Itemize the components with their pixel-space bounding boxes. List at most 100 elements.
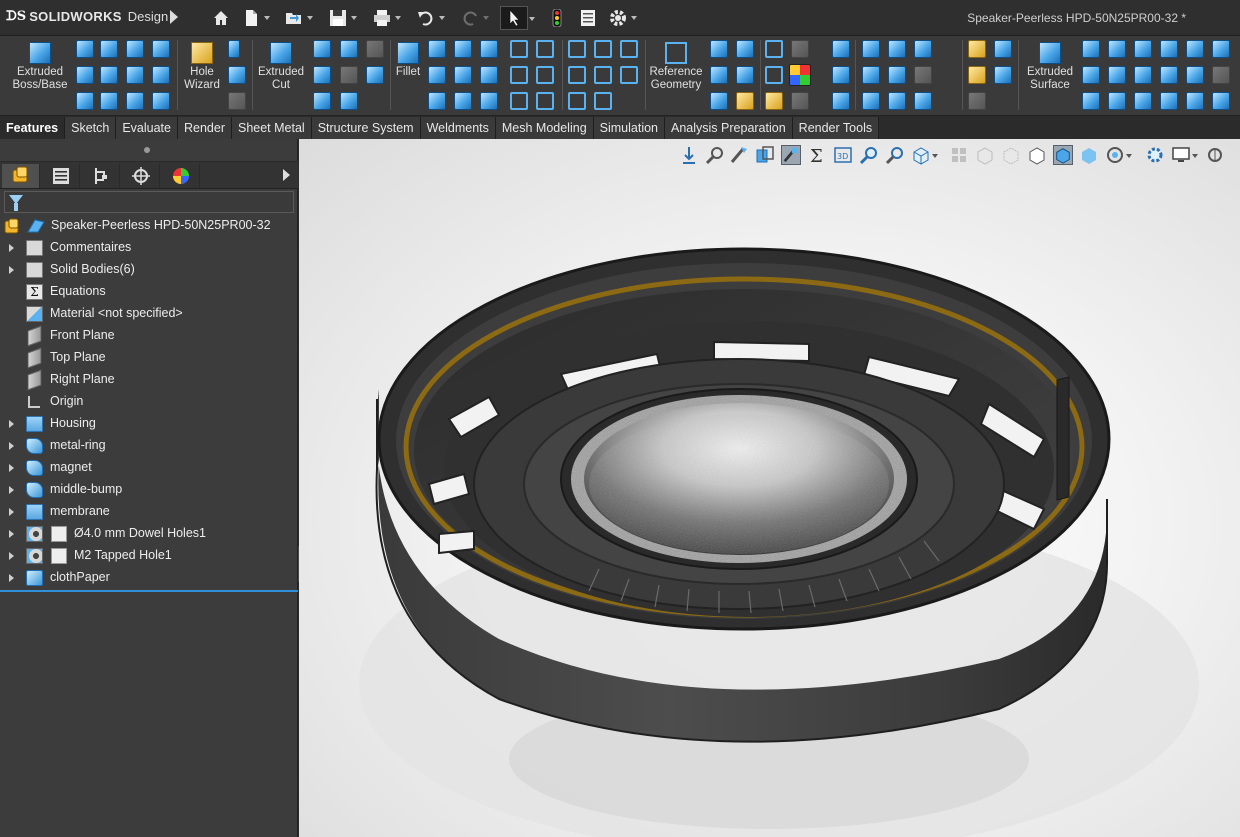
toolbox-icon[interactable] (994, 40, 1012, 58)
smart-fasteners-icon[interactable] (968, 66, 986, 84)
undo-icon[interactable] (415, 6, 445, 30)
curves-icon[interactable] (710, 40, 728, 58)
instant2d-icon[interactable] (736, 40, 754, 58)
expand-arrow-icon[interactable] (9, 464, 14, 472)
surface-ruled-icon[interactable] (914, 40, 932, 58)
tree-root-part[interactable]: Speaker-Peerless HPD-50N25PR00-32 (0, 215, 298, 237)
combine-icon[interactable] (510, 66, 528, 84)
tree-item-magnet[interactable]: magnet (0, 457, 298, 479)
property-manager-icon[interactable] (42, 164, 80, 188)
wrap-icon[interactable] (152, 92, 170, 110)
hidden-lines-removed-icon[interactable] (1027, 145, 1047, 165)
thicken-icon[interactable] (152, 66, 170, 84)
revolve-icon[interactable] (76, 66, 94, 84)
untrim-surface-icon[interactable] (1082, 92, 1100, 110)
freeform-icon[interactable] (620, 40, 638, 58)
display-manager-icon[interactable] (162, 164, 200, 188)
app-logo[interactable]: ᗪS SOLIDWORKS Design (6, 9, 168, 24)
tab-render[interactable]: Render (177, 117, 232, 139)
section-view-icon[interactable] (755, 145, 775, 165)
shell-icon[interactable] (126, 92, 144, 110)
new-document-icon[interactable] (240, 6, 270, 30)
geometry-analysis-icon[interactable] (791, 92, 809, 110)
view-orientation-icon[interactable] (911, 145, 938, 165)
open-icon[interactable] (283, 6, 313, 30)
tab-weldments[interactable]: Weldments (420, 117, 496, 139)
thicken-cut-icon[interactable] (340, 66, 358, 84)
fill-pattern-icon[interactable] (594, 92, 612, 110)
configuration-manager-icon[interactable] (82, 164, 120, 188)
tab-mesh-modeling[interactable]: Mesh Modeling (495, 117, 594, 139)
zoom-selection-icon[interactable] (885, 145, 905, 165)
curve-pattern-icon[interactable] (480, 92, 498, 110)
dynamic-annotation-icon[interactable] (781, 145, 801, 165)
tab-analysis-preparation[interactable]: Analysis Preparation (665, 117, 793, 139)
extruded-surface-button[interactable]: Extruded Surface (1022, 42, 1078, 92)
sweep-icon[interactable] (100, 66, 118, 84)
shaded-with-edges-icon[interactable] (1053, 145, 1073, 165)
save-icon[interactable] (327, 6, 357, 30)
surface-offset-icon[interactable] (888, 40, 906, 58)
shell-feature-icon[interactable] (480, 66, 498, 84)
flex-icon[interactable] (510, 92, 528, 110)
surface-knit-icon[interactable] (862, 92, 880, 110)
lofted-cut-icon[interactable] (366, 40, 384, 58)
mate-reference-icon[interactable] (736, 92, 754, 110)
instant3d-icon[interactable] (568, 40, 586, 58)
hidden-lines-visible-icon[interactable] (1001, 145, 1021, 165)
tab-features[interactable]: Features (0, 117, 66, 139)
feature-tree-filter[interactable] (4, 191, 294, 213)
view-settings-icon[interactable] (1145, 145, 1165, 165)
offset-surface-icon[interactable] (1108, 66, 1126, 84)
menu-expand-icon[interactable] (170, 10, 178, 24)
select-pointer-icon[interactable] (500, 6, 535, 30)
expand-arrow-icon[interactable] (9, 508, 14, 516)
extend-surface-icon[interactable] (1186, 66, 1204, 84)
reference-geometry-button[interactable]: Reference Geometry (648, 42, 704, 92)
trim-surface-icon[interactable] (1212, 66, 1230, 84)
appearance-icon[interactable] (789, 64, 811, 86)
surface-fill-icon[interactable] (862, 66, 880, 84)
surface-trim-icon[interactable] (888, 92, 906, 110)
tree-item-material[interactable]: Material <not specified> (0, 303, 298, 325)
linear-pattern-icon[interactable] (428, 40, 446, 58)
tree-item-origin[interactable]: Origin (0, 391, 298, 413)
point-icon[interactable] (710, 66, 728, 84)
surface-planar-icon[interactable] (862, 40, 880, 58)
tree-item-membrane[interactable]: membrane (0, 501, 298, 523)
tree-item-commentaires[interactable]: Commentaires (0, 237, 298, 259)
rollback-bar[interactable] (0, 590, 298, 592)
indent-icon[interactable] (536, 66, 554, 84)
tree-item-tapped-hole[interactable]: M2 Tapped Hole1 (0, 545, 298, 567)
configure-icon[interactable] (968, 92, 986, 110)
swept-cut-icon[interactable] (340, 40, 358, 58)
redo-icon[interactable] (459, 6, 489, 30)
knit-surface-icon[interactable] (1108, 92, 1126, 110)
mirror-icon[interactable] (428, 92, 446, 110)
thicken-surface-icon[interactable] (1134, 92, 1152, 110)
tree-item-solid-bodies[interactable]: Solid Bodies(6) (0, 259, 298, 281)
print-icon[interactable] (371, 6, 401, 30)
render-tools-icon[interactable] (1205, 145, 1225, 165)
swept-surface-icon[interactable] (1108, 40, 1126, 58)
rib-feature-icon[interactable] (454, 40, 472, 58)
fillet-button[interactable]: Fillet (393, 42, 423, 79)
lofted-surface-icon[interactable] (1134, 40, 1152, 58)
shaded-icon[interactable] (1079, 145, 1099, 165)
expand-arrow-icon[interactable] (9, 552, 14, 560)
wireframe-icon[interactable] (975, 145, 995, 165)
tree-item-dowel-holes[interactable]: Ø4.0 mm Dowel Holes1 (0, 523, 298, 545)
tab-evaluate[interactable]: Evaluate (116, 117, 178, 139)
surface-loft-icon[interactable] (914, 66, 932, 84)
delete-face-icon[interactable] (536, 40, 554, 58)
magnify-icon[interactable] (859, 145, 879, 165)
filled-surface-icon[interactable] (1186, 40, 1204, 58)
expand-arrow-icon[interactable] (9, 266, 14, 274)
hole-wizard-button[interactable]: Hole Wizard (180, 42, 224, 92)
curve-driven-icon[interactable] (620, 66, 638, 84)
revolved-cut-icon[interactable] (313, 40, 331, 58)
file-properties-icon[interactable] (577, 6, 599, 30)
swept-boss-icon[interactable] (100, 40, 118, 58)
graphics-area[interactable]: Σ 3D (299, 139, 1240, 837)
options-gear-icon[interactable] (607, 6, 637, 30)
